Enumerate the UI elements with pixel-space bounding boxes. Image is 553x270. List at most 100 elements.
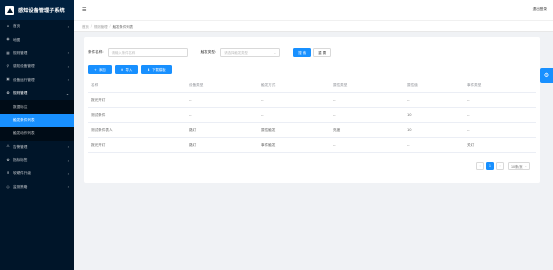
trigger-type-placeholder: 请选择触发类型 bbox=[224, 51, 248, 55]
reset-button[interactable]: 重 置 bbox=[313, 48, 332, 57]
cell-name: 报光开灯 bbox=[91, 142, 106, 147]
logout-link[interactable]: 退出登录 bbox=[533, 7, 547, 12]
conditions-table: 名称 设备类型 触发方式 属性类型 属性值 事件类型 报光开灯 -- -- --… bbox=[88, 79, 536, 153]
sidebar-item-label: 指标标签 bbox=[13, 158, 28, 163]
logo-icon bbox=[5, 5, 14, 15]
next-page-button[interactable]: › bbox=[496, 162, 504, 170]
cell-device-type: 路灯 bbox=[189, 142, 197, 147]
strategy-icon: ◎ bbox=[6, 184, 10, 189]
table-row[interactable]: 报光开灯 路灯 事件触发 -- -- 关灯 bbox=[88, 138, 536, 153]
breadcrumb-separator: / bbox=[90, 24, 92, 28]
sidebar-subitem-trigger-actions[interactable]: 触发动作列表 bbox=[0, 127, 74, 140]
cell-attribute-value: -- bbox=[407, 143, 410, 147]
column-header-attribute-value: 属性值 bbox=[407, 83, 418, 87]
sidebar-item-monitor-strategy[interactable]: ◎ 监测策略 › bbox=[0, 181, 74, 194]
sidebar-subitem-trigger-conditions[interactable]: 触发条件列表 bbox=[0, 113, 74, 128]
prev-page-button[interactable]: ‹ bbox=[476, 162, 484, 170]
table-header-row: 名称 设备类型 触发方式 属性类型 属性值 事件类型 bbox=[88, 79, 536, 93]
trigger-type-select[interactable]: 请选择触发类型 ⌄ bbox=[220, 48, 281, 57]
column-header-trigger-mode: 触发方式 bbox=[261, 83, 276, 87]
add-button[interactable]: + 添加 bbox=[88, 65, 112, 74]
breadcrumb: 首页 / 规则管理 / 触发条件列表 bbox=[74, 20, 553, 32]
sidebar-item-metric-tags[interactable]: ✿ 指标标签 › bbox=[0, 154, 74, 167]
condition-name-placeholder: 请输入条件名称 bbox=[111, 51, 136, 55]
sidebar-item-alarms[interactable]: ⚠ 告警管理 › bbox=[0, 141, 74, 154]
cell-attribute-type: -- bbox=[333, 143, 336, 147]
cell-attribute-value: -- bbox=[407, 98, 410, 102]
cell-attribute-type: 亮度 bbox=[333, 127, 341, 132]
sidebar-submenu: 数据标注 触发条件列表 触发动作列表 bbox=[0, 100, 74, 141]
download-template-label: 下载模板 bbox=[152, 68, 166, 72]
sidebar-item-sensing-devices[interactable]: ⚲ 感知设备管理 › bbox=[0, 60, 74, 73]
cell-device-type: -- bbox=[189, 113, 192, 117]
sidebar-item-label: 规则管理 bbox=[13, 50, 28, 55]
cell-name: 报光开灯 bbox=[91, 97, 106, 102]
cell-event-type: -- bbox=[467, 113, 470, 117]
chevron-right-icon: › bbox=[67, 24, 69, 29]
cell-attribute-type: -- bbox=[333, 98, 336, 102]
menu-fold-icon[interactable]: ☰ bbox=[82, 7, 86, 13]
cell-device-type: -- bbox=[189, 98, 192, 102]
app-title: 感知设备管理子系统 bbox=[18, 7, 65, 14]
top-header: ☰ 退出登录 bbox=[74, 0, 553, 20]
cell-trigger-mode: -- bbox=[261, 98, 264, 102]
app-logo: 感知设备管理子系统 bbox=[0, 0, 74, 20]
column-header-event-type: 事件类型 bbox=[467, 83, 482, 87]
chevron-right-icon: › bbox=[67, 158, 69, 163]
device-icon: ▣ bbox=[6, 77, 10, 82]
cell-attribute-value: 10 bbox=[407, 113, 412, 117]
cell-name: 测试条件 bbox=[91, 112, 106, 117]
location-icon: ⚲ bbox=[6, 64, 10, 69]
condition-name-input[interactable]: 请输入条件名称 bbox=[107, 48, 188, 57]
cell-attribute-value: 10 bbox=[407, 128, 412, 132]
main-card: 条件名称: 请输入条件名称 触发类型: 请选择触发类型 ⌄ 搜 索 重 置 + 添加… bbox=[84, 37, 540, 183]
sidebar-item-label: 地图 bbox=[13, 37, 21, 42]
cell-trigger-mode: 事件触发 bbox=[261, 142, 276, 147]
table-row[interactable]: 测试条件 -- -- -- 10 -- bbox=[88, 108, 536, 123]
chevron-down-icon: ⌄ bbox=[524, 164, 527, 168]
search-button[interactable]: 搜 索 bbox=[293, 48, 312, 57]
sidebar-item-rules-open[interactable]: ⚙ 规则管理 ⌄ bbox=[0, 87, 74, 100]
sidebar-item-label: 设备运行管理 bbox=[13, 77, 35, 82]
import-button[interactable]: ⬆ 导入 bbox=[114, 65, 139, 74]
column-header-device-type: 设备类型 bbox=[189, 83, 204, 87]
table-row[interactable]: 报光开灯 -- -- -- -- -- bbox=[88, 93, 536, 108]
chevron-right-icon: › bbox=[67, 51, 69, 56]
breadcrumb-separator: / bbox=[109, 24, 111, 28]
settings-icon: ⚙ bbox=[543, 72, 550, 79]
sidebar-item-device-operation[interactable]: ▣ 设备运行管理 › bbox=[0, 74, 74, 87]
alarm-icon: ⚠ bbox=[6, 144, 10, 149]
page-size-value: 10条/页 bbox=[511, 164, 523, 169]
table-row[interactable]: 测试条件表人 路灯 属性触发 亮度 10 -- bbox=[88, 123, 536, 138]
sidebar-item-label: 告警管理 bbox=[13, 144, 28, 149]
cell-trigger-mode: 属性触发 bbox=[261, 127, 276, 132]
cell-device-type: 路灯 bbox=[189, 127, 197, 132]
tag-icon: ✿ bbox=[6, 157, 10, 162]
chevron-right-icon: › bbox=[67, 64, 69, 69]
upload-icon: ⬆ bbox=[120, 67, 124, 72]
download-template-button[interactable]: ⬇ 下载模板 bbox=[141, 65, 172, 74]
sidebar-item-map[interactable]: ◉ 地图 bbox=[0, 33, 74, 46]
gear-icon: ⚙ bbox=[6, 90, 10, 95]
download-icon: ⬇ bbox=[147, 67, 151, 72]
sidebar-item-rules[interactable]: ▦ 规则管理 › bbox=[0, 47, 74, 60]
chevron-right-icon: › bbox=[67, 145, 69, 150]
sidebar-item-upgrade[interactable]: ⬆ 软硬件升级 › bbox=[0, 167, 74, 180]
breadcrumb-current: 触发条件列表 bbox=[112, 24, 133, 29]
upgrade-icon: ⬆ bbox=[6, 171, 10, 176]
cell-event-type: -- bbox=[467, 98, 470, 102]
add-label: 添加 bbox=[98, 68, 106, 72]
sidebar-menu: ⌂ 首页 › ◉ 地图 ▦ 规则管理 › ⚲ 感知设备管理 › ▣ 设备运行管理 › ⚙ 规则管理 ⌄… bbox=[0, 20, 74, 194]
page-number-1[interactable]: 1 bbox=[486, 162, 494, 170]
sidebar-subitem-data-annotation[interactable]: 数据标注 bbox=[0, 100, 74, 113]
sidebar-item-label: 首页 bbox=[13, 24, 21, 29]
settings-float-button[interactable]: ⚙ bbox=[540, 68, 553, 83]
page-size-select[interactable]: 10条/页 ⌄ bbox=[508, 162, 530, 170]
home-icon: ⌂ bbox=[6, 23, 10, 28]
column-header-name: 名称 bbox=[91, 83, 99, 87]
condition-name-label: 条件名称: bbox=[88, 50, 104, 54]
sidebar-item-home[interactable]: ⌂ 首页 › bbox=[0, 20, 74, 33]
cell-event-type: 关灯 bbox=[467, 142, 475, 147]
breadcrumb-rules[interactable]: 规则管理 bbox=[94, 24, 108, 29]
breadcrumb-home[interactable]: 首页 bbox=[82, 24, 89, 29]
